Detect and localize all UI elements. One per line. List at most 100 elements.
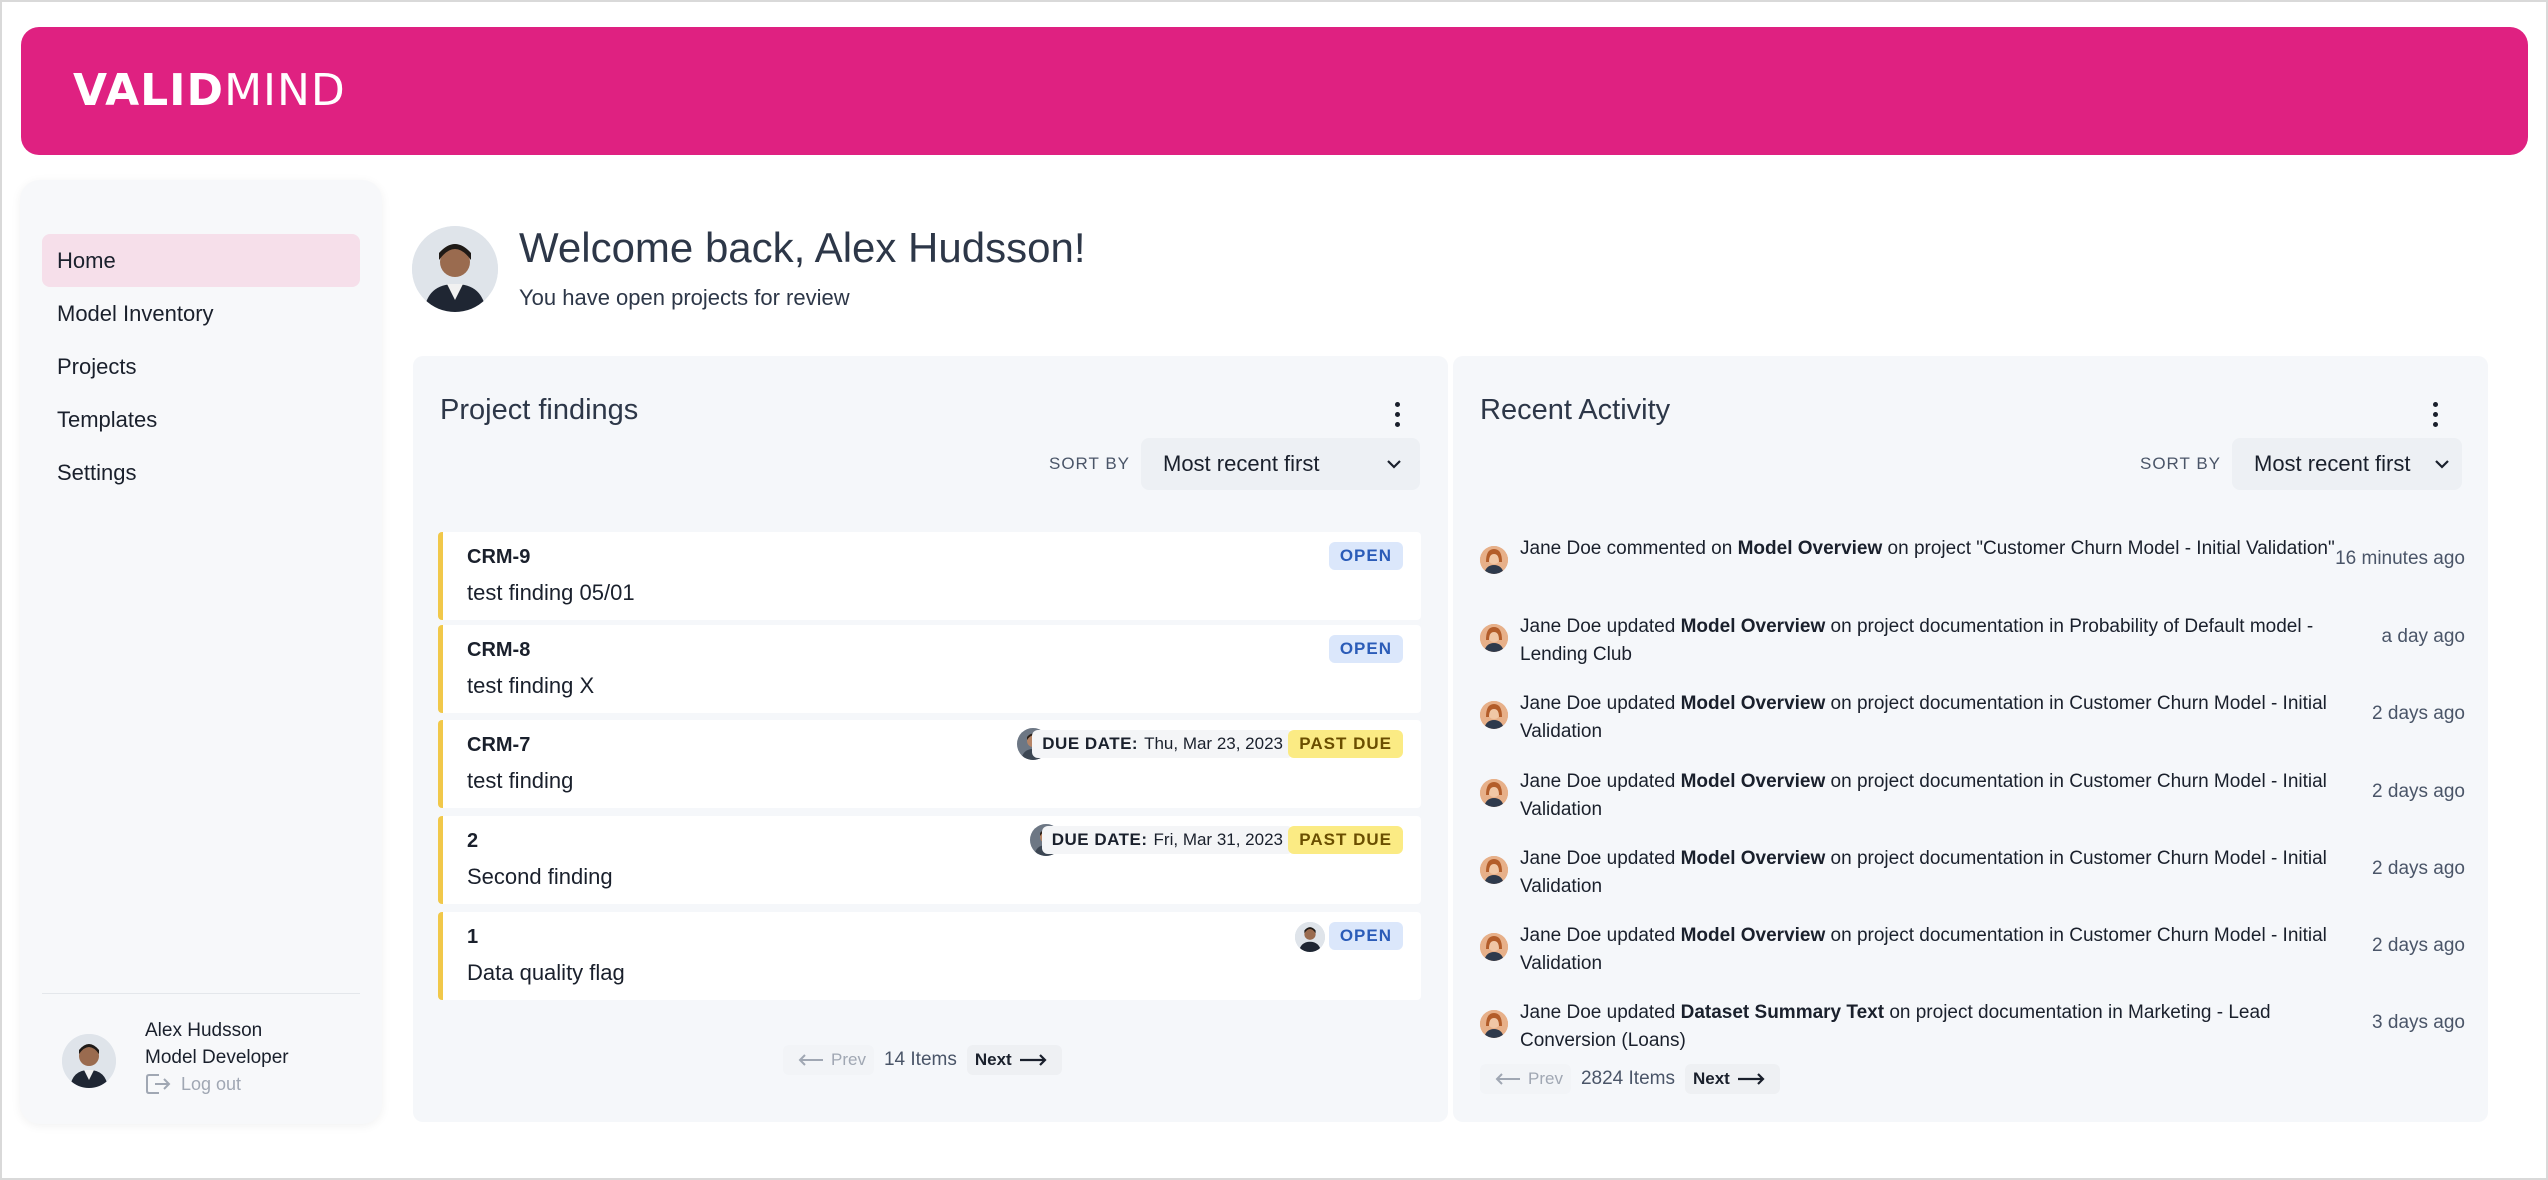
item-count: 2824 Items (1580, 1068, 1675, 1089)
top-bar: VALID MIND (21, 27, 2528, 155)
user-name: Alex Hudsson (145, 1020, 263, 1041)
user-role: Model Developer (145, 1047, 289, 1068)
finding-id: 2 (467, 830, 479, 852)
activity-time: 2 days ago (2372, 858, 2465, 879)
activity-text: Jane Doe updated Model Overview on proje… (1520, 925, 2327, 974)
finding-card[interactable]: CRM-7 test finding DUE DATE: Thu, Mar 23… (438, 720, 1421, 808)
logout-button[interactable]: Log out (145, 1072, 241, 1096)
activity-time: 16 minutes ago (2335, 548, 2465, 569)
avatar (1480, 1010, 1508, 1038)
activity-item[interactable]: Jane Doe updated Model Overview on proje… (1480, 915, 2465, 979)
page-title: Welcome back, Alex Hudsson! (519, 224, 1086, 271)
arrow-left-icon (1495, 1073, 1520, 1085)
due-date-label: DUE DATE: (1051, 830, 1148, 849)
chevron-down-icon (2435, 460, 2449, 469)
sort-select[interactable]: Most recent first (2232, 438, 2462, 490)
prev-button[interactable]: Prev (783, 1045, 874, 1075)
finding-title: test finding 05/01 (467, 580, 635, 605)
sidebar-item-templates[interactable]: Templates (42, 393, 360, 446)
finding-card[interactable]: CRM-9 test finding 05/01 OPEN (438, 532, 1421, 620)
due-date: DUE DATE: Thu, Mar 23, 2023 (1032, 730, 1293, 758)
logout-label: Log out (181, 1073, 242, 1094)
status-badge: OPEN (1328, 542, 1403, 570)
finding-card[interactable]: 2 Second finding DUE DATE: Fri, Mar 31, … (438, 816, 1421, 904)
item-count: 14 Items (883, 1049, 957, 1070)
sidebar-item-label: Settings (57, 459, 137, 485)
activity-item[interactable]: Jane Doe updated Model Overview on proje… (1480, 761, 2465, 825)
activity-item[interactable]: Jane Doe updated Model Overview on proje… (1480, 838, 2465, 902)
page-subtitle: You have open projects for review (519, 285, 850, 310)
arrow-right-icon (1737, 1073, 1765, 1085)
status-badge: PAST DUE (1288, 826, 1403, 854)
avatar (412, 226, 498, 312)
status-badge: OPEN (1328, 922, 1403, 950)
status-badge: OPEN (1328, 635, 1403, 663)
user-card: Alex Hudsson Model Developer Log out (62, 1020, 362, 1110)
more-options-icon[interactable] (1385, 394, 1409, 434)
sort-select[interactable]: Most recent first (1141, 438, 1420, 490)
activity-item[interactable]: Jane Doe updated Model Overview on proje… (1480, 683, 2465, 747)
activity-time: a day ago (2381, 626, 2465, 647)
finding-title: Data quality flag (467, 960, 625, 985)
activity-time: 2 days ago (2372, 935, 2465, 956)
sidebar-item-label: Projects (57, 353, 137, 379)
next-label: Next (1692, 1069, 1730, 1088)
arrow-left-icon (798, 1054, 823, 1066)
finding-title: test finding (467, 768, 574, 793)
prev-label: Prev (1528, 1069, 1563, 1088)
avatar (1295, 922, 1325, 952)
activity-text: Jane Doe commented on Model Overview on … (1520, 538, 2335, 559)
finding-card[interactable]: CRM-8 test finding X OPEN (438, 625, 1421, 713)
sidebar-item-label: Home (57, 247, 116, 273)
activity-item[interactable]: Jane Doe updated Dataset Summary Text on… (1480, 992, 2465, 1056)
sidebar-divider (42, 993, 360, 994)
next-button[interactable]: Next (1684, 1064, 1780, 1094)
prev-label: Prev (831, 1050, 866, 1069)
activity-item[interactable]: Jane Doe commented on Model Overview on … (1480, 528, 2465, 592)
due-date-value: Fri, Mar 31, 2023 (1153, 830, 1283, 849)
project-findings-panel: Project findings SORT BY Most recent fir… (413, 356, 1448, 1122)
sort-select-value: Most recent first (1163, 451, 1320, 476)
finding-id: CRM-8 (467, 639, 531, 661)
activity-text: Jane Doe updated Model Overview on proje… (1520, 693, 2327, 742)
validmind-logo[interactable]: VALID MIND (73, 61, 346, 121)
sidebar-item-label: Model Inventory (57, 300, 214, 326)
due-date: DUE DATE: Fri, Mar 31, 2023 (1041, 826, 1293, 854)
sort-by-label: SORT BY (1049, 454, 1131, 473)
avatar (1480, 779, 1508, 807)
sidebar: Home Model Inventory Projects Templates … (20, 180, 382, 1124)
pagination: Prev 2824 Items Next (1480, 1064, 1780, 1094)
activity-item[interactable]: Jane Doe updated Model Overview on proje… (1480, 606, 2465, 670)
next-button[interactable]: Next (966, 1045, 1062, 1075)
prev-button[interactable]: Prev (1480, 1064, 1571, 1094)
sort-select-value: Most recent first (2254, 451, 2411, 476)
avatar (1480, 624, 1508, 652)
avatar[interactable] (62, 1034, 116, 1088)
sidebar-nav: Home Model Inventory Projects Templates … (42, 234, 360, 499)
avatar (1480, 856, 1508, 884)
sidebar-item-projects[interactable]: Projects (42, 340, 360, 393)
finding-title: test finding X (467, 673, 595, 698)
finding-id: CRM-7 (467, 734, 531, 756)
finding-id: CRM-9 (467, 546, 531, 568)
logout-icon (146, 1074, 171, 1094)
more-options-icon[interactable] (2423, 394, 2447, 434)
panel-title: Recent Activity (1480, 394, 1671, 426)
finding-id: 1 (467, 926, 479, 948)
activity-text: Jane Doe updated Model Overview on proje… (1520, 771, 2327, 820)
status-badge: PAST DUE (1288, 730, 1403, 758)
chevron-down-icon (1387, 460, 1401, 469)
activity-time: 3 days ago (2372, 1012, 2465, 1033)
due-date-label: DUE DATE: (1042, 734, 1139, 753)
activity-text: Jane Doe updated Model Overview on proje… (1520, 848, 2327, 897)
activity-text: Jane Doe updated Model Overview on proje… (1520, 616, 2314, 665)
arrow-right-icon (1019, 1054, 1047, 1066)
finding-card[interactable]: 1 Data quality flag OPEN (438, 912, 1421, 1000)
sidebar-item-home[interactable]: Home (42, 234, 360, 287)
avatar (1480, 546, 1508, 574)
avatar (1480, 933, 1508, 961)
sidebar-item-model-inventory[interactable]: Model Inventory (42, 287, 360, 340)
sidebar-item-settings[interactable]: Settings (42, 446, 360, 499)
finding-title: Second finding (467, 864, 613, 889)
activity-time: 2 days ago (2372, 703, 2465, 724)
